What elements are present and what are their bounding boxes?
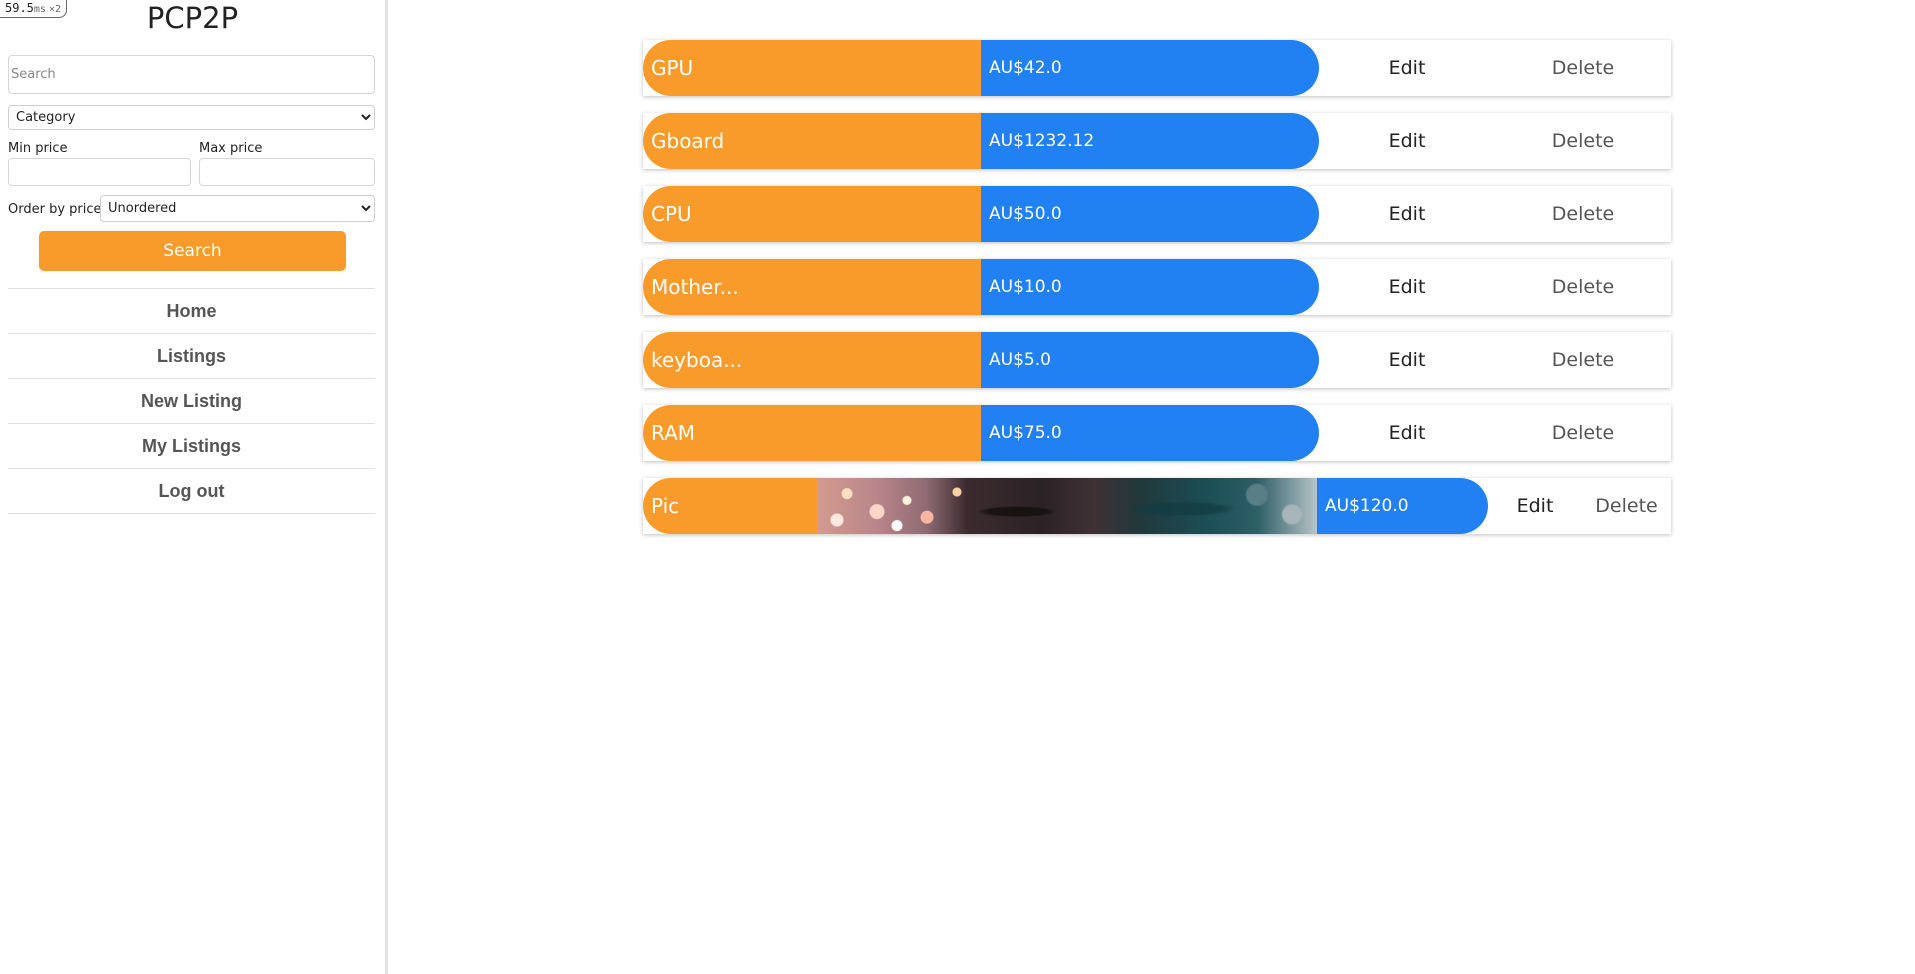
listing-name: RAM [643, 405, 981, 461]
listing-name: Mother... [643, 259, 981, 315]
listing-pill[interactable]: RAM AU$75.0 [643, 405, 1319, 461]
sidebar-nav: Home Listings New Listing My Listings Lo… [8, 288, 375, 514]
min-price-input[interactable] [8, 158, 191, 186]
listing-price: AU$42.0 [981, 40, 1319, 96]
listing-row: Mother... AU$10.0 Edit Delete [643, 259, 1671, 315]
listing-name: Pic [643, 478, 817, 534]
listing-name: CPU [643, 186, 981, 242]
delete-button[interactable]: Delete [1582, 478, 1671, 534]
edit-button[interactable]: Edit [1319, 40, 1495, 96]
delete-button[interactable]: Delete [1495, 332, 1671, 388]
listing-price: AU$5.0 [981, 332, 1319, 388]
listing-pill[interactable]: CPU AU$50.0 [643, 186, 1319, 242]
perf-meter: 59.5ms ×2 [0, 0, 67, 18]
max-price-label: Max price [199, 141, 263, 156]
edit-button[interactable]: Edit [1488, 478, 1582, 534]
min-price-label: Min price [8, 141, 68, 156]
delete-button[interactable]: Delete [1495, 113, 1671, 169]
listing-row: CPU AU$50.0 Edit Delete [643, 186, 1671, 242]
listing-row: GPU AU$42.0 Edit Delete [643, 40, 1671, 96]
listings-panel: GPU AU$42.0 Edit Delete Gboard AU$1232.1… [388, 0, 1915, 974]
perf-value: 59.5 [5, 1, 34, 15]
edit-button[interactable]: Edit [1319, 186, 1495, 242]
listing-price: AU$1232.12 [981, 113, 1319, 169]
sidebar: PCP2P Category Min price Max price Order… [0, 0, 388, 974]
search-button[interactable]: Search [39, 231, 346, 271]
order-by-price-label: Order by price [8, 202, 102, 217]
listing-pill[interactable]: GPU AU$42.0 [643, 40, 1319, 96]
nav-item-log-out[interactable]: Log out [8, 469, 375, 514]
search-input[interactable] [8, 55, 375, 94]
delete-button[interactable]: Delete [1495, 259, 1671, 315]
delete-button[interactable]: Delete [1495, 405, 1671, 461]
listing-pill[interactable]: keyboa... AU$5.0 [643, 332, 1319, 388]
delete-button[interactable]: Delete [1495, 40, 1671, 96]
listing-name: GPU [643, 40, 981, 96]
listing-row: keyboa... AU$5.0 Edit Delete [643, 332, 1671, 388]
edit-button[interactable]: Edit [1319, 259, 1495, 315]
category-select[interactable]: Category [8, 105, 375, 130]
listing-price: AU$50.0 [981, 186, 1319, 242]
nav-item-listings[interactable]: Listings [8, 334, 375, 379]
listing-name: keyboa... [643, 332, 981, 388]
listing-price: AU$10.0 [981, 259, 1319, 315]
perf-multiplier: ×2 [48, 4, 61, 15]
listing-photo [817, 478, 1317, 534]
delete-button[interactable]: Delete [1495, 186, 1671, 242]
listing-row: Gboard AU$1232.12 Edit Delete [643, 113, 1671, 169]
nav-item-home[interactable]: Home [8, 289, 375, 334]
edit-button[interactable]: Edit [1319, 332, 1495, 388]
listing-pill[interactable]: Gboard AU$1232.12 [643, 113, 1319, 169]
edit-button[interactable]: Edit [1319, 405, 1495, 461]
max-price-input[interactable] [199, 158, 375, 186]
listing-row: Pic AU$120.0 Edit Delete [643, 478, 1671, 534]
listing-row: RAM AU$75.0 Edit Delete [643, 405, 1671, 461]
listing-price: AU$75.0 [981, 405, 1319, 461]
order-by-price-select[interactable]: Unordered [100, 195, 375, 222]
nav-item-my-listings[interactable]: My Listings [8, 424, 375, 469]
perf-unit: ms [33, 4, 46, 15]
listing-pill[interactable]: Pic AU$120.0 [643, 478, 1488, 534]
edit-button[interactable]: Edit [1319, 113, 1495, 169]
listing-name: Gboard [643, 113, 981, 169]
listing-pill[interactable]: Mother... AU$10.0 [643, 259, 1319, 315]
listing-price: AU$120.0 [1317, 478, 1488, 534]
nav-item-new-listing[interactable]: New Listing [8, 379, 375, 424]
